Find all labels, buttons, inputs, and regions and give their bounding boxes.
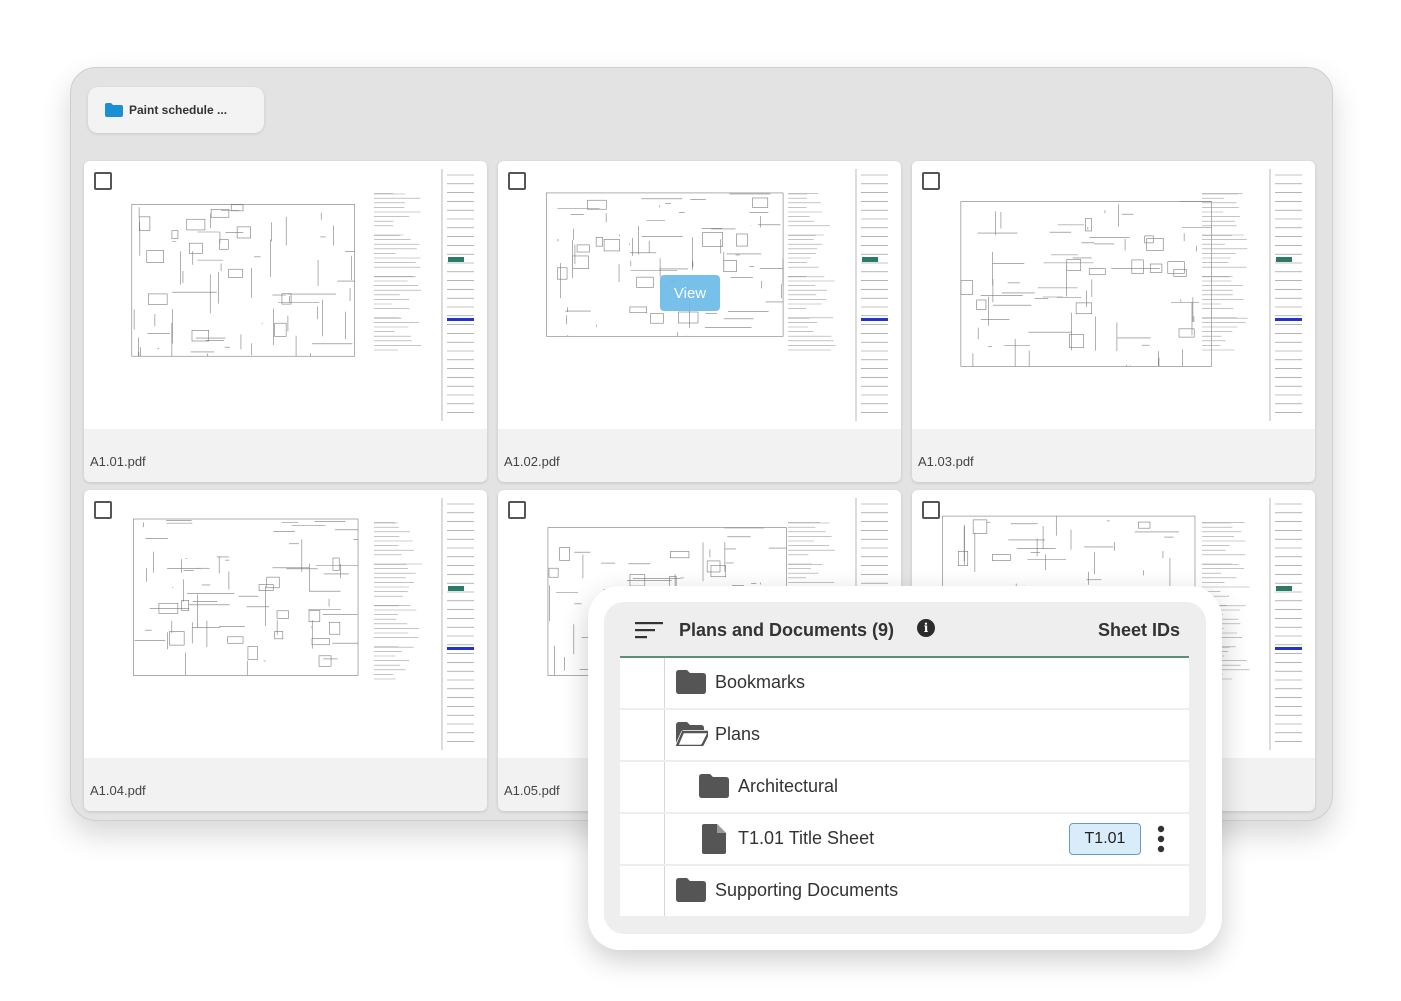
info-icon[interactable]: i [917,619,935,637]
sort-icon[interactable] [635,622,663,640]
file-card-a101[interactable]: A1.01.pdf [84,161,487,482]
file-name: A1.05.pdf [504,783,560,798]
file-name: A1.01.pdf [90,454,146,469]
file-name: A1.04.pdf [90,783,146,798]
file-name: A1.02.pdf [504,454,560,469]
select-checkbox[interactable] [94,172,112,190]
document-icon [702,824,726,854]
sheet-id-badge[interactable]: T1.01 [1069,823,1141,855]
panel-body: Plans and Documents (9) i Sheet IDs Book… [604,602,1206,934]
sheet-thumbnail [912,161,1315,429]
file-name: A1.03.pdf [918,454,974,469]
tree-row-label: T1.01 Title Sheet [738,828,875,848]
sheet-thumbnail [84,161,487,429]
tree-row-label: Bookmarks [715,672,806,692]
plans-documents-panel: Plans and Documents (9) i Sheet IDs Book… [588,586,1222,950]
folder-open-icon [676,722,708,746]
folder-icon [699,774,729,798]
select-checkbox[interactable] [508,501,526,519]
folder-icon [676,670,706,694]
select-checkbox[interactable] [922,501,940,519]
tree-row-plans[interactable]: Plans [620,710,1189,760]
file-card-a102[interactable]: View A1.02.pdf [498,161,901,482]
select-checkbox[interactable] [508,172,526,190]
view-button[interactable]: View [660,275,720,311]
tree-row-bookmarks[interactable]: Bookmarks [620,658,1189,708]
select-checkbox[interactable] [94,501,112,519]
tree-row-label: Architectural [738,776,839,796]
tree-row-title-sheet[interactable]: T1.01 Title Sheet T1.01 [620,814,1189,864]
file-card-a103[interactable]: A1.03.pdf [912,161,1315,482]
tree-row-label: Supporting Documents [715,880,899,900]
folder-tab-label: Paint schedule ... [129,103,228,117]
select-checkbox[interactable] [922,172,940,190]
tree-row-architectural[interactable]: Architectural [620,762,1189,812]
more-options-icon[interactable] [1156,825,1166,853]
sheet-ids-column-label: Sheet IDs [1097,620,1180,640]
panel-title: Plans and Documents (9) [679,620,895,640]
panel-header: Plans and Documents (9) i Sheet IDs [620,602,1189,658]
folder-icon [105,103,123,117]
sheet-thumbnail [84,490,487,758]
folder-icon [676,878,706,902]
tree-row-supporting-documents[interactable]: Supporting Documents [620,866,1189,916]
file-card-a104[interactable]: A1.04.pdf [84,490,487,811]
folder-tab[interactable]: Paint schedule ... [88,87,264,133]
tree-row-label: Plans [715,724,761,744]
